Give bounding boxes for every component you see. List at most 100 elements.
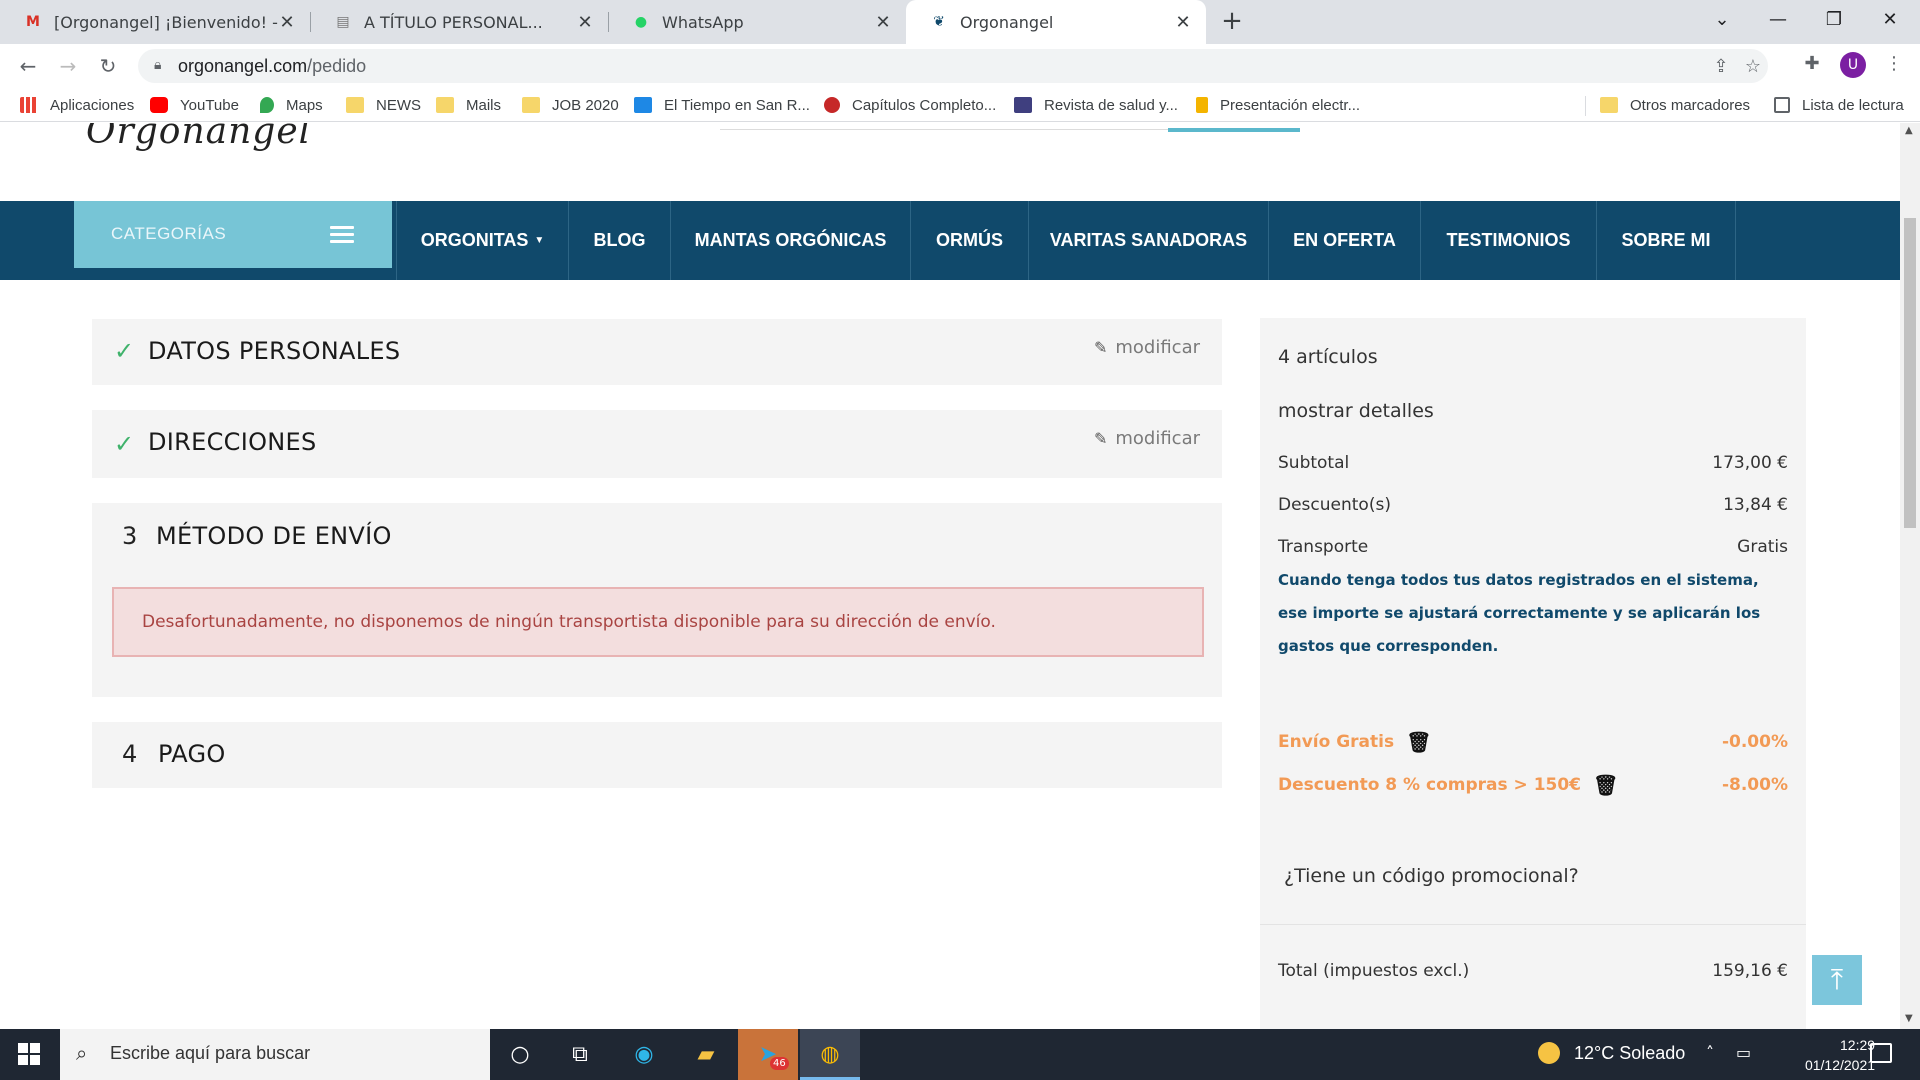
chevron-down-icon: ⌄ bbox=[1714, 9, 1730, 30]
close-icon[interactable]: ✕ bbox=[1174, 12, 1192, 33]
scroll-down-icon[interactable]: ▼ bbox=[1905, 1013, 1913, 1024]
edge-icon: ◉ bbox=[634, 1042, 654, 1067]
bookmark-youtube[interactable]: YouTube bbox=[150, 94, 239, 116]
nav-label: ORGONITAS bbox=[420, 230, 529, 250]
battery-icon[interactable]: ▭ bbox=[1736, 1043, 1751, 1062]
new-tab-button[interactable]: + bbox=[1216, 6, 1248, 38]
bookmark-label: Capítulos Completo... bbox=[852, 96, 997, 114]
site-logo[interactable]: Orgonangel bbox=[86, 123, 311, 152]
bookmark-maps[interactable]: Maps bbox=[260, 94, 323, 116]
back-to-top-button[interactable]: ⤒ bbox=[1812, 955, 1862, 1005]
bookmark-el-tiempo[interactable]: El Tiempo en San R... bbox=[634, 94, 810, 116]
nav-mantas-organicas[interactable]: MANTAS ORGÓNICAS bbox=[670, 201, 910, 280]
taskbar-search[interactable]: ⌕ Escribe aquí para buscar bbox=[60, 1029, 490, 1080]
nav-ormus[interactable]: ORMÚS bbox=[910, 201, 1028, 280]
bookmark-label: Aplicaciones bbox=[50, 96, 135, 114]
promo-row: Descuento 8 % compras > 150€ 🗑︎ -8.00% bbox=[1278, 773, 1788, 797]
promo-code-link[interactable]: ¿Tiene un código promocional? bbox=[1284, 865, 1579, 887]
weather-site-icon bbox=[634, 97, 652, 113]
share-icon[interactable]: ⇪ bbox=[1710, 56, 1732, 78]
nav-sobre-mi[interactable]: SOBRE MI bbox=[1596, 201, 1736, 280]
modify-link[interactable]: ✎ modificar bbox=[1094, 428, 1200, 449]
taskbar-telegram[interactable]: ➤ 46 bbox=[738, 1029, 798, 1080]
tab-search-button[interactable]: ⌄ bbox=[1694, 0, 1750, 44]
chevron-up-icon[interactable]: ˄ bbox=[1706, 1043, 1714, 1062]
nav-label: EN OFERTA bbox=[1293, 230, 1396, 250]
avatar[interactable]: U bbox=[1840, 52, 1866, 78]
step-title: MÉTODO DE ENVÍO bbox=[156, 522, 392, 550]
bookmark-mails[interactable]: Mails bbox=[436, 94, 501, 116]
modify-link[interactable]: ✎ modificar bbox=[1094, 337, 1200, 358]
extensions-icon[interactable]: ✚ bbox=[1800, 52, 1824, 76]
bookmark-presentacion[interactable]: Presentación electr... bbox=[1196, 94, 1360, 116]
bookmark-aplicaciones[interactable]: Aplicaciones bbox=[20, 94, 134, 116]
nav-orgonitas[interactable]: ORGONITAS ▼ bbox=[396, 201, 568, 280]
page-viewport: Orgonangel CATEGORÍAS ORGONITAS ▼ BLOG MA… bbox=[0, 123, 1900, 1029]
tab-title: A TÍTULO PERSONAL... bbox=[364, 12, 543, 32]
maps-icon bbox=[260, 97, 274, 113]
bookmark-capitulos[interactable]: Capítulos Completo... bbox=[824, 94, 996, 116]
tab-whatsapp[interactable]: ● WhatsApp ✕ bbox=[608, 0, 906, 44]
minimize-button[interactable]: — bbox=[1750, 0, 1806, 44]
tab-gmail[interactable]: M [Orgonangel] ¡Bienvenido! - ulay ✕ bbox=[0, 0, 310, 44]
nav-en-oferta[interactable]: EN OFERTA bbox=[1268, 201, 1420, 280]
categories-button[interactable]: CATEGORÍAS bbox=[74, 201, 392, 268]
notification-center-icon[interactable] bbox=[1870, 1043, 1892, 1063]
show-details-link[interactable]: mostrar detalles bbox=[1278, 400, 1434, 422]
nav-testimonios[interactable]: TESTIMONIOS bbox=[1420, 201, 1596, 280]
back-button[interactable]: ← bbox=[14, 52, 42, 80]
tab-title: Orgonangel bbox=[960, 12, 1054, 32]
nav-blog[interactable]: BLOG bbox=[568, 201, 670, 280]
scroll-up-icon[interactable]: ▲ bbox=[1905, 125, 1913, 136]
search-icon: ⌕ bbox=[76, 1041, 88, 1065]
star-icon[interactable]: ☆ bbox=[1742, 56, 1764, 78]
tab-document[interactable]: ▤ A TÍTULO PERSONAL... ✕ bbox=[310, 0, 608, 44]
forward-button[interactable]: → bbox=[54, 52, 82, 80]
nav-varitas-sanadoras[interactable]: VARITAS SANADORAS bbox=[1028, 201, 1268, 280]
taskbar-chrome[interactable]: ◍ bbox=[800, 1029, 860, 1080]
tab-title: WhatsApp bbox=[662, 12, 744, 32]
sun-icon bbox=[1538, 1042, 1560, 1064]
browser-toolbar: ← → ↻ 🔒︎ orgonangel.com/pedido ⇪ ☆ bbox=[0, 44, 1920, 88]
taskbar-edge[interactable]: ◉ bbox=[614, 1029, 674, 1080]
url-path: /pedido bbox=[307, 56, 367, 76]
subtotal-row: Subtotal 173,00 € bbox=[1278, 453, 1788, 473]
url-text: orgonangel.com/pedido bbox=[178, 56, 366, 77]
windows-start-button[interactable] bbox=[18, 1043, 40, 1065]
reload-button[interactable]: ↻ bbox=[94, 52, 122, 80]
trash-icon[interactable]: 🗑︎ bbox=[1593, 773, 1618, 797]
bookmark-otros[interactable]: Otros marcadores bbox=[1600, 94, 1750, 116]
tab-orgonangel[interactable]: ❦ Orgonangel ✕ bbox=[906, 0, 1206, 44]
bookmark-revista[interactable]: Revista de salud y... bbox=[1014, 94, 1178, 116]
bookmark-job-2020[interactable]: JOB 2020 bbox=[522, 94, 619, 116]
task-view-button[interactable]: ⧉ bbox=[550, 1029, 610, 1080]
step-addresses[interactable]: ✓ DIRECCIONES ✎ modificar bbox=[92, 410, 1222, 478]
restore-button[interactable]: ❐ bbox=[1806, 0, 1862, 44]
url-domain: orgonangel.com bbox=[178, 56, 308, 76]
trash-icon[interactable]: 🗑︎ bbox=[1406, 730, 1431, 754]
reading-list-button[interactable]: Lista de lectura bbox=[1774, 94, 1904, 116]
step-personal-data[interactable]: ✓ DATOS PERSONALES ✎ modificar bbox=[92, 319, 1222, 385]
order-summary: 4 artículos mostrar detalles Subtotal 17… bbox=[1260, 318, 1806, 1029]
discount-value: 13,84 € bbox=[1723, 495, 1788, 515]
close-icon[interactable]: ✕ bbox=[278, 12, 296, 33]
close-icon[interactable]: ✕ bbox=[576, 12, 594, 33]
taskbar-file-explorer[interactable]: ▰ bbox=[676, 1029, 736, 1080]
discount-label: Descuento(s) bbox=[1278, 495, 1391, 515]
bookmark-label: Presentación electr... bbox=[1220, 96, 1361, 114]
menu-dots-icon[interactable]: ⋮ bbox=[1882, 52, 1906, 76]
close-window-button[interactable]: ✕ bbox=[1862, 0, 1918, 44]
bookmark-news[interactable]: NEWS bbox=[346, 94, 421, 116]
subtotal-label: Subtotal bbox=[1278, 453, 1350, 473]
shipping-row: Transporte Gratis bbox=[1278, 537, 1788, 557]
bookmarks-divider bbox=[1585, 96, 1586, 116]
scrollbar-thumb[interactable] bbox=[1904, 218, 1916, 528]
address-bar[interactable]: 🔒︎ orgonangel.com/pedido ⇪ ☆ bbox=[138, 49, 1768, 83]
cortana-button[interactable]: ○ bbox=[490, 1029, 550, 1080]
weather-widget[interactable]: 12°C Soleado bbox=[1538, 1042, 1685, 1064]
site-icon bbox=[824, 97, 840, 113]
arrow-left-icon: ← bbox=[19, 54, 37, 78]
folder-icon bbox=[1600, 97, 1618, 113]
close-icon[interactable]: ✕ bbox=[874, 12, 892, 33]
page-scrollbar[interactable]: ▲ ▼ bbox=[1900, 123, 1920, 1029]
